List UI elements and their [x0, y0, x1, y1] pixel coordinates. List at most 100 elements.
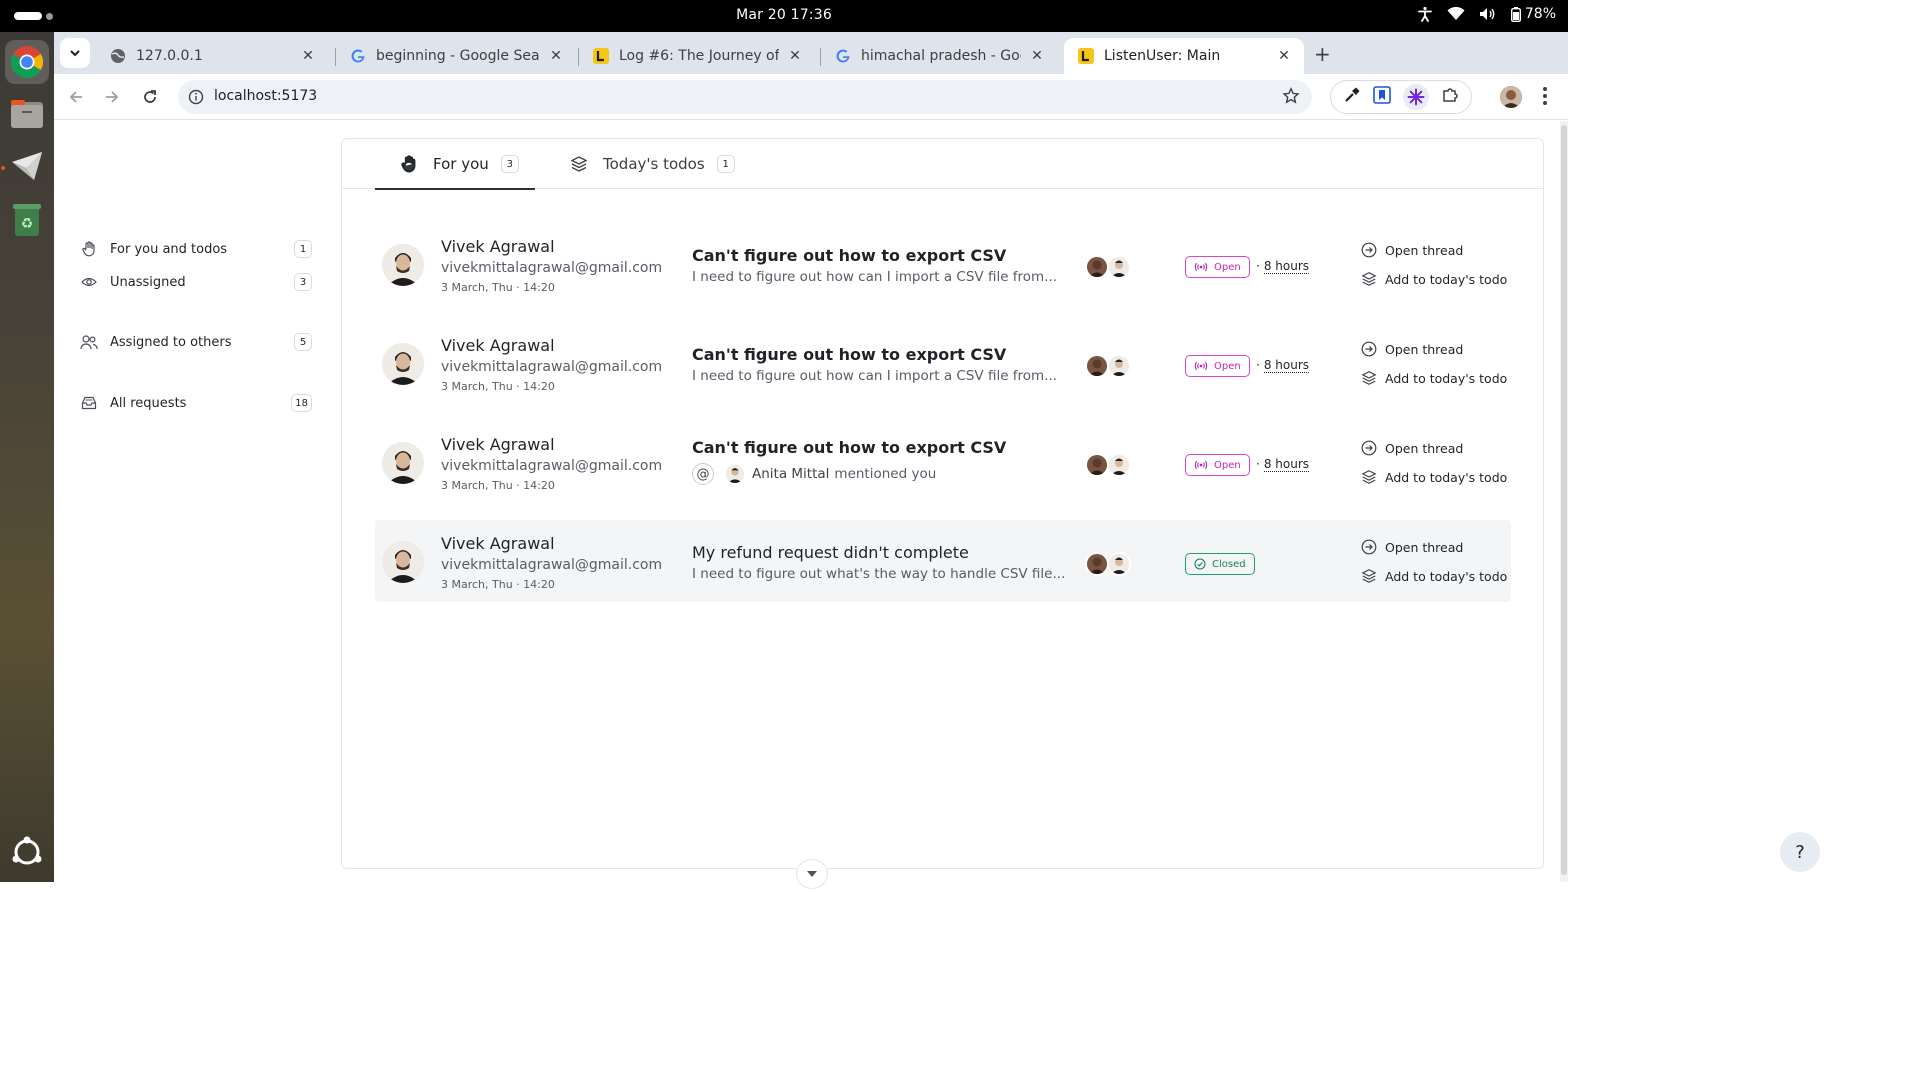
trash-dock-icon[interactable]: ♻	[5, 198, 49, 242]
tab-title: ListenUser: Main	[1104, 48, 1221, 64]
tab-title: beginning - Google Search	[376, 48, 540, 64]
volume-icon[interactable]	[1479, 7, 1497, 21]
check-circle-icon	[1194, 558, 1206, 570]
assignee-avatar	[1107, 255, 1131, 279]
system-clock[interactable]: Mar 20 17:36	[0, 7, 1568, 23]
request-row[interactable]: Vivek Agrawal vivekmittalagrawal@gmail.c…	[375, 520, 1511, 602]
chevron-down-icon	[70, 50, 80, 57]
browser-tab[interactable]: himachal pradesh - Google Search ✕	[821, 38, 1057, 74]
tab-for-you[interactable]: For you 3	[375, 139, 535, 190]
close-icon[interactable]: ✕	[1276, 48, 1292, 64]
request-date: 3 March, Thu · 14:20	[441, 380, 555, 393]
sidebar-item-for-you-and-todos[interactable]: For you and todos 1	[80, 237, 312, 261]
eyedropper-extension-icon[interactable]	[1343, 86, 1361, 108]
tab-title: 127.0.0.1	[136, 48, 203, 64]
sparkle-extension-icon[interactable]	[1403, 84, 1429, 110]
browser-toolbar: localhost:5173	[54, 74, 1568, 120]
add-to-todo-button[interactable]: Add to today's todo	[1360, 468, 1507, 486]
assignee-avatars	[1085, 453, 1131, 477]
tab-search-button[interactable]	[60, 38, 90, 68]
request-row[interactable]: Vivek Agrawal vivekmittalagrawal@gmail.c…	[375, 421, 1511, 503]
requester-name: Vivek Agrawal	[441, 336, 555, 355]
scroll-down-button[interactable]	[796, 859, 828, 889]
page-scrollbar[interactable]	[1560, 121, 1568, 882]
browser-tab[interactable]: 127.0.0.1 ✕	[96, 38, 328, 74]
add-to-todo-button[interactable]: Add to today's todo	[1360, 369, 1507, 387]
arrow-circle-right-icon	[1360, 439, 1378, 457]
status-badge-open: Open	[1185, 355, 1250, 377]
request-subject[interactable]: My refund request didn't complete	[692, 543, 969, 562]
new-tab-button[interactable]: +	[1314, 42, 1331, 66]
requester-email: vivekmittalagrawal@gmail.com	[441, 260, 663, 276]
add-to-todo-button[interactable]: Add to today's todo	[1360, 567, 1507, 585]
request-row[interactable]: Vivek Agrawal vivekmittalagrawal@gmail.c…	[375, 322, 1511, 404]
help-button[interactable]: ?	[1780, 832, 1820, 872]
request-row[interactable]: Vivek Agrawal vivekmittalagrawal@gmail.c…	[375, 223, 1511, 305]
battery-level: 78%	[1524, 6, 1556, 22]
broadcast-icon	[1194, 460, 1208, 470]
request-date: 3 March, Thu · 14:20	[441, 479, 555, 492]
wifi-icon[interactable]	[1447, 7, 1465, 21]
close-icon[interactable]: ✕	[300, 48, 316, 64]
system-tray[interactable]: 78%	[1417, 6, 1556, 22]
age-value: 8 hours	[1263, 259, 1310, 274]
mail-dock-icon[interactable]	[5, 144, 49, 188]
open-thread-label: Open thread	[1385, 440, 1464, 456]
extensions-group	[1330, 80, 1472, 114]
show-apps-icon[interactable]	[5, 830, 49, 874]
sidebar-item-assigned-to-others[interactable]: Assigned to others 5	[80, 330, 312, 354]
request-subject[interactable]: Can't figure out how to export CSV	[692, 438, 1006, 457]
request-subject[interactable]: Can't figure out how to export CSV	[692, 345, 1006, 364]
open-thread-button[interactable]: Open thread	[1360, 538, 1463, 556]
scrollbar-thumb[interactable]	[1561, 125, 1567, 875]
add-to-todo-label: Add to today's todo	[1385, 568, 1508, 584]
browser-menu-icon[interactable]	[1542, 86, 1548, 110]
profile-avatar[interactable]	[1500, 86, 1522, 108]
open-thread-button[interactable]: Open thread	[1360, 439, 1463, 457]
add-to-todo-button[interactable]: Add to today's todo	[1360, 270, 1507, 288]
sidebar-item-all-requests[interactable]: All requests 18	[80, 391, 312, 415]
close-icon[interactable]: ✕	[787, 48, 803, 64]
open-thread-button[interactable]: Open thread	[1360, 340, 1463, 358]
mentioner-avatar	[726, 465, 744, 483]
close-icon[interactable]: ✕	[1029, 48, 1045, 64]
back-button[interactable]	[64, 85, 88, 109]
sidebar-count-badge: 1	[294, 240, 312, 258]
mention-line: @ Anita Mittal mentioned you	[692, 463, 936, 485]
arrow-circle-right-icon	[1360, 241, 1378, 259]
age-value: 8 hours	[1263, 457, 1310, 472]
url-text[interactable]: localhost:5173	[214, 88, 317, 104]
age-separator: ·	[1256, 358, 1260, 372]
tab-todays-todos[interactable]: Today's todos 1	[569, 139, 735, 189]
bookmark-star-icon[interactable]	[1282, 87, 1300, 109]
requester-avatar	[382, 343, 424, 385]
close-icon[interactable]: ✕	[548, 48, 564, 64]
browser-tab-active[interactable]: ListenUser: Main ✕	[1064, 38, 1304, 74]
accessibility-icon[interactable]	[1417, 6, 1433, 22]
sidebar-item-unassigned[interactable]: Unassigned 3	[80, 270, 312, 294]
sidebar-item-label: For you and todos	[110, 241, 228, 257]
open-thread-button[interactable]: Open thread	[1360, 241, 1463, 259]
chrome-dock-icon[interactable]	[5, 40, 49, 84]
reload-button[interactable]	[138, 85, 162, 109]
add-to-todo-label: Add to today's todo	[1385, 271, 1508, 287]
sidebar-count-badge: 5	[294, 333, 312, 351]
forward-button[interactable]	[100, 85, 124, 109]
request-age: · 8 hours	[1256, 259, 1310, 274]
layers-icon	[1360, 468, 1378, 486]
browser-tab[interactable]: beginning - Google Search ✕	[336, 38, 576, 74]
puzzle-extensions-icon[interactable]	[1441, 86, 1459, 108]
request-subject[interactable]: Can't figure out how to export CSV	[692, 246, 1006, 265]
battery-icon[interactable]: 78%	[1510, 6, 1556, 22]
tab-label: Today's todos	[603, 155, 705, 173]
request-preview: I need to figure out how can I import a …	[692, 368, 1058, 384]
request-date: 3 March, Thu · 14:20	[441, 578, 555, 591]
layers-icon	[569, 154, 589, 174]
site-info-icon[interactable]	[188, 89, 204, 109]
address-bar[interactable]: localhost:5173	[178, 80, 1312, 114]
bookmark-extension-icon[interactable]	[1373, 86, 1391, 108]
browser-tab[interactable]: Log #6: The Journey of Ideas ✕	[579, 38, 815, 74]
arrow-left-icon	[69, 91, 82, 103]
chevron-down-icon	[807, 871, 817, 877]
files-dock-icon[interactable]	[5, 92, 49, 136]
